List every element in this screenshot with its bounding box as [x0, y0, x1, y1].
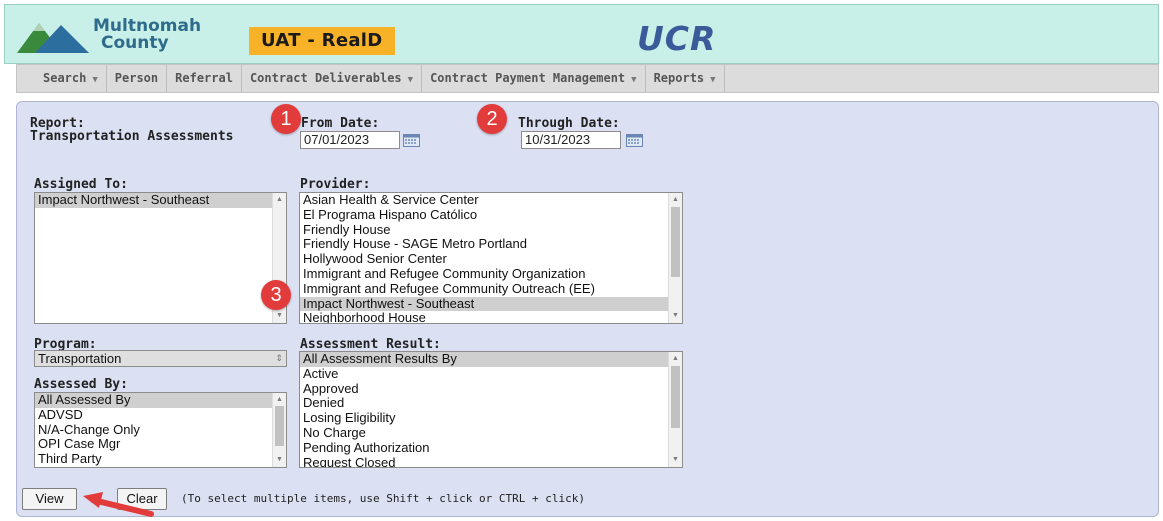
list-item[interactable]: Impact Northwest - Southeast	[35, 193, 286, 208]
scrollbar-thumb[interactable]	[671, 366, 680, 428]
menu-contract-deliverables-label: Contract Deliverables	[249, 71, 402, 85]
scroll-up-icon[interactable]: ▲	[672, 196, 679, 204]
list-item[interactable]: N/A-Change Only	[35, 422, 286, 438]
scroll-down-icon[interactable]: ▼	[276, 456, 283, 464]
scroll-up-icon[interactable]: ▲	[672, 355, 679, 363]
county-logo-icon	[17, 23, 89, 53]
list-item[interactable]: Active	[300, 366, 682, 382]
scroll-up-icon[interactable]: ▲	[276, 196, 283, 204]
scroll-up-icon[interactable]: ▲	[276, 396, 283, 404]
app-header: Multnomah County UAT - RealD UCR	[4, 4, 1159, 64]
chevron-down-icon: ▼	[407, 75, 414, 85]
from-date-input[interactable]: 07/01/2023	[300, 131, 400, 149]
view-button[interactable]: View	[22, 488, 77, 510]
list-item[interactable]: El Programa Hispano Católico	[300, 207, 682, 223]
list-item[interactable]: All Assessed By	[35, 393, 286, 408]
scroll-down-icon[interactable]: ▼	[276, 312, 283, 320]
assigned-to-label: Assigned To:	[34, 177, 128, 192]
menu-person[interactable]: Person	[107, 65, 168, 92]
through-date-input[interactable]: 10/31/2023	[521, 131, 621, 149]
through-date-label: Through Date:	[518, 116, 620, 131]
assessment-result-listbox[interactable]: All Assessment Results By Active Approve…	[299, 351, 683, 468]
list-item[interactable]: Third Party	[35, 451, 286, 467]
list-item[interactable]: Denied	[300, 396, 682, 411]
menu-search-label: Search	[43, 71, 87, 85]
annotation-marker-1: 1	[271, 104, 301, 134]
list-item[interactable]: ADVSD	[35, 407, 286, 423]
list-item[interactable]: Immigrant and Refugee Community Organiza…	[300, 266, 682, 282]
provider-listbox[interactable]: Asian Health & Service Center El Program…	[299, 192, 683, 324]
list-item[interactable]: No Charge	[300, 425, 682, 441]
assessment-result-label: Assessment Result:	[300, 337, 441, 352]
org-name-line2: County	[101, 33, 169, 53]
list-item[interactable]: Immigrant and Refugee Community Outreach…	[300, 281, 682, 297]
list-item[interactable]: Request Closed	[300, 455, 682, 467]
report-name: Transportation Assessments	[30, 129, 234, 144]
provider-label: Provider:	[300, 177, 371, 192]
scroll-down-icon[interactable]: ▼	[672, 456, 679, 464]
list-item[interactable]: Neighborhood House	[300, 311, 682, 323]
list-item[interactable]: Friendly House	[300, 222, 682, 238]
program-selected-value: Transportation	[38, 351, 122, 366]
calendar-icon[interactable]	[626, 134, 643, 147]
scroll-down-icon[interactable]: ▼	[672, 312, 679, 320]
page: Multnomah County UAT - RealD UCR Search ▼…	[0, 0, 1163, 521]
from-date-label: From Date:	[301, 116, 380, 131]
environment-badge: UAT - RealD	[249, 27, 395, 55]
annotation-arrow-icon	[83, 492, 154, 517]
county-logo-text: Multnomah County	[93, 18, 201, 52]
main-menu: Search ▼ Person Referral Contract Deliver…	[16, 64, 1159, 93]
list-item[interactable]: Approved	[300, 381, 682, 397]
updown-icon: ⇕	[275, 353, 283, 363]
list-item[interactable]: Hollywood Senior Center	[300, 251, 682, 267]
list-item[interactable]: Friendly House - SAGE Metro Portland	[300, 237, 682, 252]
menu-reports-label: Reports	[653, 71, 705, 85]
assigned-to-listbox[interactable]: Impact Northwest - Southeast ▲ ▼	[34, 192, 287, 324]
list-item[interactable]: Asian Health & Service Center	[300, 193, 682, 208]
chevron-down-icon: ▼	[631, 75, 637, 85]
list-item[interactable]: Pending Authorization	[300, 440, 682, 456]
scrollbar[interactable]: ▲ ▼	[668, 352, 682, 467]
program-select[interactable]: Transportation ⇕	[34, 350, 287, 367]
chevron-down-icon: ▼	[92, 75, 98, 85]
scrollbar[interactable]: ▲ ▼	[272, 393, 286, 467]
menu-contract-payment-label: Contract Payment Management	[430, 71, 626, 85]
list-item[interactable]: Losing Eligibility	[300, 410, 682, 426]
calendar-icon[interactable]	[403, 134, 420, 147]
assessed-by-label: Assessed By:	[34, 377, 128, 392]
annotation-marker-3: 3	[261, 280, 291, 310]
assessed-by-listbox[interactable]: All Assessed By ADVSD N/A-Change Only OP…	[34, 392, 287, 468]
chevron-down-icon: ▼	[710, 75, 716, 85]
menu-contract-deliverables[interactable]: Contract Deliverables ▼	[242, 65, 423, 92]
menu-contract-payment-management[interactable]: Contract Payment Management ▼	[422, 65, 646, 92]
menu-person-label: Person	[114, 71, 159, 85]
menu-search[interactable]: Search ▼	[35, 65, 107, 92]
report-criteria-panel: Report: Transportation Assessments From …	[16, 101, 1159, 517]
menu-referral-label: Referral	[175, 71, 233, 85]
multi-select-hint: (To select multiple items, use Shift + c…	[181, 492, 585, 505]
annotation-marker-2: 2	[477, 104, 507, 134]
list-item[interactable]: OPI Case Mgr	[35, 437, 286, 452]
app-title: UCR	[637, 19, 717, 58]
scrollbar-thumb[interactable]	[671, 207, 680, 277]
scrollbar[interactable]: ▲ ▼	[668, 193, 682, 323]
scrollbar-thumb[interactable]	[275, 406, 284, 446]
list-item[interactable]: All Assessment Results By	[300, 352, 682, 367]
menu-referral[interactable]: Referral	[167, 65, 242, 92]
list-item[interactable]: Impact Northwest - Southeast	[300, 296, 682, 312]
menu-reports[interactable]: Reports ▼	[646, 65, 725, 92]
